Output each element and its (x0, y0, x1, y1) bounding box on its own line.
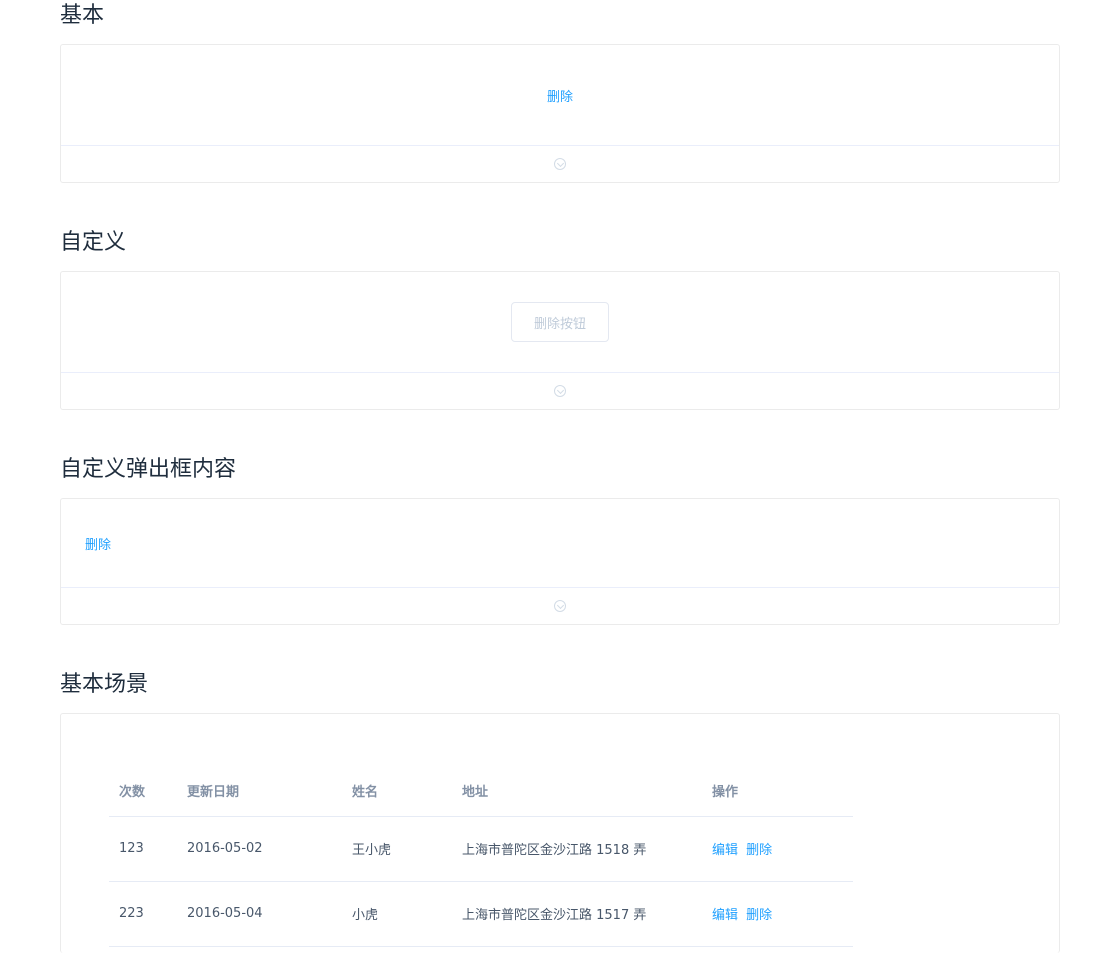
cell-address: 上海市普陀区金沙江路 1517 弄 (452, 881, 702, 947)
demo-source: 删除 (61, 499, 1059, 588)
demo-source: 删除按钮 (61, 272, 1059, 373)
demo-block-custom-popup: 删除 (60, 498, 1060, 625)
section-title-custom: 自定义 (60, 230, 127, 255)
section-title-scene: 基本场景 (60, 672, 149, 697)
section-title-basic: 基本 (60, 3, 105, 28)
cell-date: 2016-05-02 (177, 816, 342, 882)
delete-link[interactable]: 删除 (746, 843, 772, 858)
cell-address: 上海市普陀区金沙江路 1518 弄 (452, 816, 702, 882)
demo-source: 删除 (61, 45, 1059, 146)
demo-block-custom: 删除按钮 (60, 271, 1060, 410)
column-header-name: 姓名 (342, 766, 452, 817)
table-row: 223 2016-05-04 小虎 上海市普陀区金沙江路 1517 弄 编辑 删… (109, 881, 853, 947)
cell-actions: 编辑 删除 (702, 881, 853, 947)
data-table: 次数 更新日期 姓名 地址 操作 123 2016-05-02 王小虎 上海市普… (109, 766, 853, 947)
cell-name: 王小虎 (342, 816, 452, 882)
cell-count: 223 (109, 881, 177, 947)
column-header-address: 地址 (452, 766, 702, 817)
delete-button[interactable]: 删除按钮 (511, 302, 609, 342)
delete-link[interactable]: 删除 (746, 908, 772, 923)
expand-control[interactable] (61, 373, 1059, 409)
cell-date: 2016-05-04 (177, 881, 342, 947)
cell-count: 123 (109, 816, 177, 882)
column-header-count: 次数 (109, 766, 177, 817)
cell-name: 小虎 (342, 881, 452, 947)
demo-block-scene: 次数 更新日期 姓名 地址 操作 123 2016-05-02 王小虎 上海市普… (60, 713, 1060, 953)
demo-block-basic: 删除 (60, 44, 1060, 183)
chevron-down-circle-icon[interactable] (554, 385, 566, 397)
edit-link[interactable]: 编辑 (712, 843, 738, 858)
section-title-custom-popup: 自定义弹出框内容 (60, 457, 237, 482)
expand-control[interactable] (61, 146, 1059, 182)
delete-button[interactable]: 删除 (547, 86, 573, 105)
table-row: 123 2016-05-02 王小虎 上海市普陀区金沙江路 1518 弄 编辑 … (109, 816, 853, 882)
chevron-down-circle-icon[interactable] (554, 600, 566, 612)
cell-actions: 编辑 删除 (702, 816, 853, 882)
expand-control[interactable] (61, 588, 1059, 624)
edit-link[interactable]: 编辑 (712, 908, 738, 923)
delete-button[interactable]: 删除 (85, 534, 111, 553)
table-header-row: 次数 更新日期 姓名 地址 操作 (109, 766, 853, 817)
column-header-actions: 操作 (702, 766, 853, 817)
column-header-date: 更新日期 (177, 766, 342, 817)
chevron-down-circle-icon[interactable] (554, 158, 566, 170)
